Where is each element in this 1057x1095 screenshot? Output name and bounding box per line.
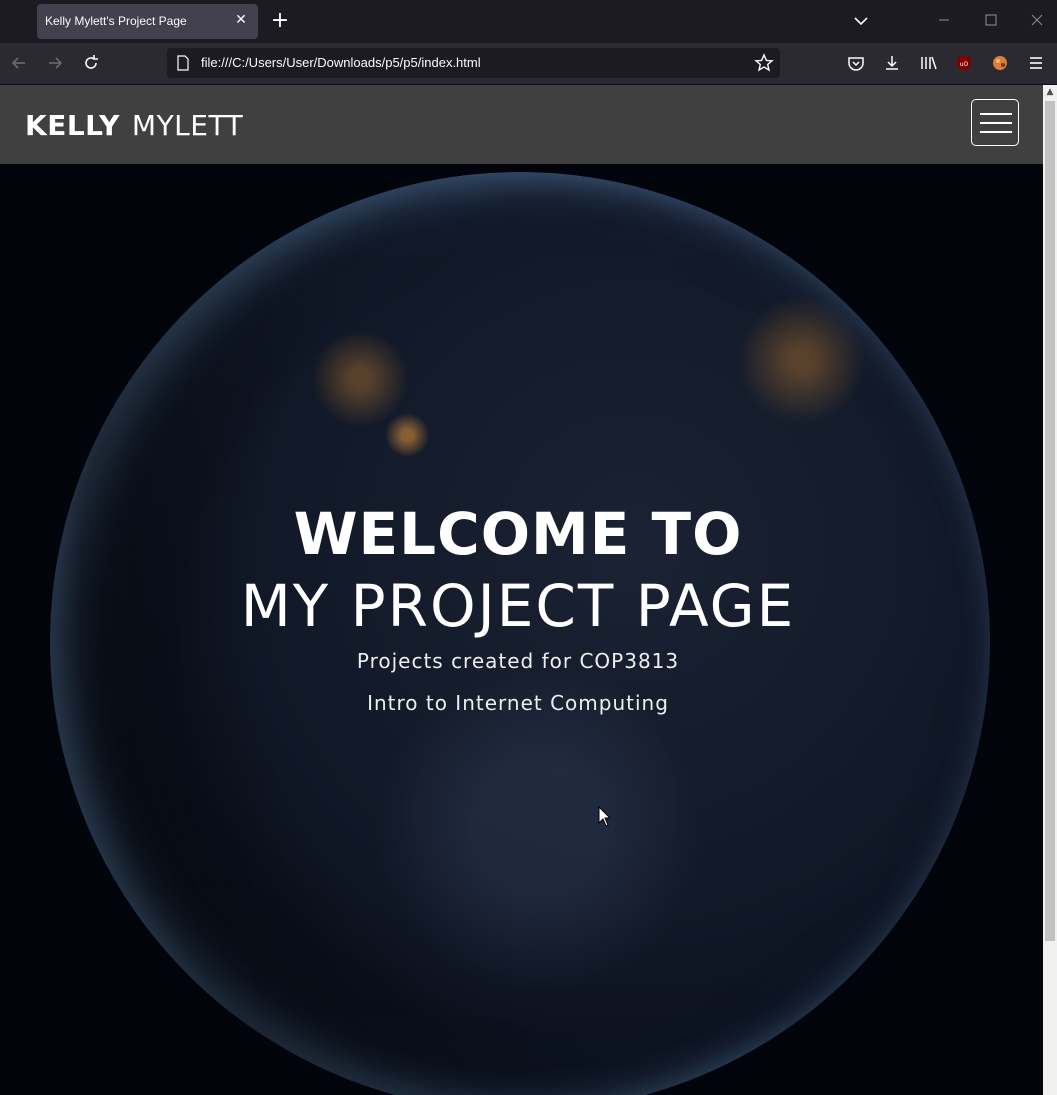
hero-title-line1: WELCOME TO bbox=[293, 500, 743, 568]
ublock-icon[interactable]: uO bbox=[954, 53, 974, 73]
hamburger-bar bbox=[980, 113, 1012, 115]
svg-text:uO: uO bbox=[960, 61, 969, 68]
extension-icon[interactable] bbox=[990, 53, 1010, 73]
nav-toggle-button[interactable] bbox=[971, 99, 1019, 146]
site-header: KELLY MYLETT bbox=[0, 85, 1043, 164]
mouse-cursor-icon bbox=[598, 806, 612, 827]
site-brand[interactable]: KELLY MYLETT bbox=[25, 109, 243, 142]
page-scrollbar[interactable]: ▲ bbox=[1043, 85, 1057, 1095]
library-icon[interactable] bbox=[918, 53, 938, 73]
download-icon[interactable] bbox=[882, 53, 902, 73]
brand-first-name: KELLY bbox=[25, 109, 120, 142]
url-bar[interactable]: file:///C:/Users/User/Downloads/p5/p5/in… bbox=[167, 48, 780, 78]
new-tab-button[interactable]: + bbox=[268, 10, 292, 34]
hamburger-bar bbox=[980, 131, 1012, 133]
brand-last-name: MYLETT bbox=[131, 109, 244, 142]
hero-subtitle-course-name: Intro to Internet Computing bbox=[367, 691, 669, 715]
scroll-thumb[interactable] bbox=[1045, 101, 1055, 941]
tab-title: Kelly Mylett's Project Page bbox=[45, 14, 187, 28]
page-viewport: KELLY MYLETT WELCOME TO MY PROJECT PAGE P… bbox=[0, 85, 1043, 1095]
reload-icon[interactable] bbox=[81, 53, 101, 73]
star-icon[interactable] bbox=[754, 53, 774, 73]
tab-close-icon[interactable]: ✕ bbox=[233, 12, 249, 28]
browser-toolbar: file:///C:/Users/User/Downloads/p5/p5/in… bbox=[0, 43, 1057, 84]
hero-title-line2: MY PROJECT PAGE bbox=[240, 572, 796, 640]
back-arrow-icon[interactable] bbox=[9, 53, 29, 73]
close-window-icon[interactable] bbox=[1029, 12, 1045, 28]
forward-arrow-icon[interactable] bbox=[45, 53, 65, 73]
minimize-icon[interactable] bbox=[936, 12, 952, 28]
scroll-up-arrow-icon[interactable]: ▲ bbox=[1043, 85, 1057, 99]
browser-tab-bar: Kelly Mylett's Project Page ✕ + bbox=[0, 0, 1057, 43]
hero-subtitle-course: Projects created for COP3813 bbox=[356, 649, 680, 673]
url-text[interactable]: file:///C:/Users/User/Downloads/p5/p5/in… bbox=[201, 55, 481, 70]
hamburger-menu-icon[interactable] bbox=[1026, 53, 1046, 73]
page-icon bbox=[177, 55, 189, 71]
pocket-icon[interactable] bbox=[846, 53, 866, 73]
chevron-down-icon[interactable] bbox=[852, 12, 870, 30]
maximize-icon[interactable] bbox=[983, 12, 999, 28]
hamburger-bar bbox=[980, 122, 1012, 124]
browser-tab[interactable]: Kelly Mylett's Project Page ✕ bbox=[37, 4, 258, 39]
